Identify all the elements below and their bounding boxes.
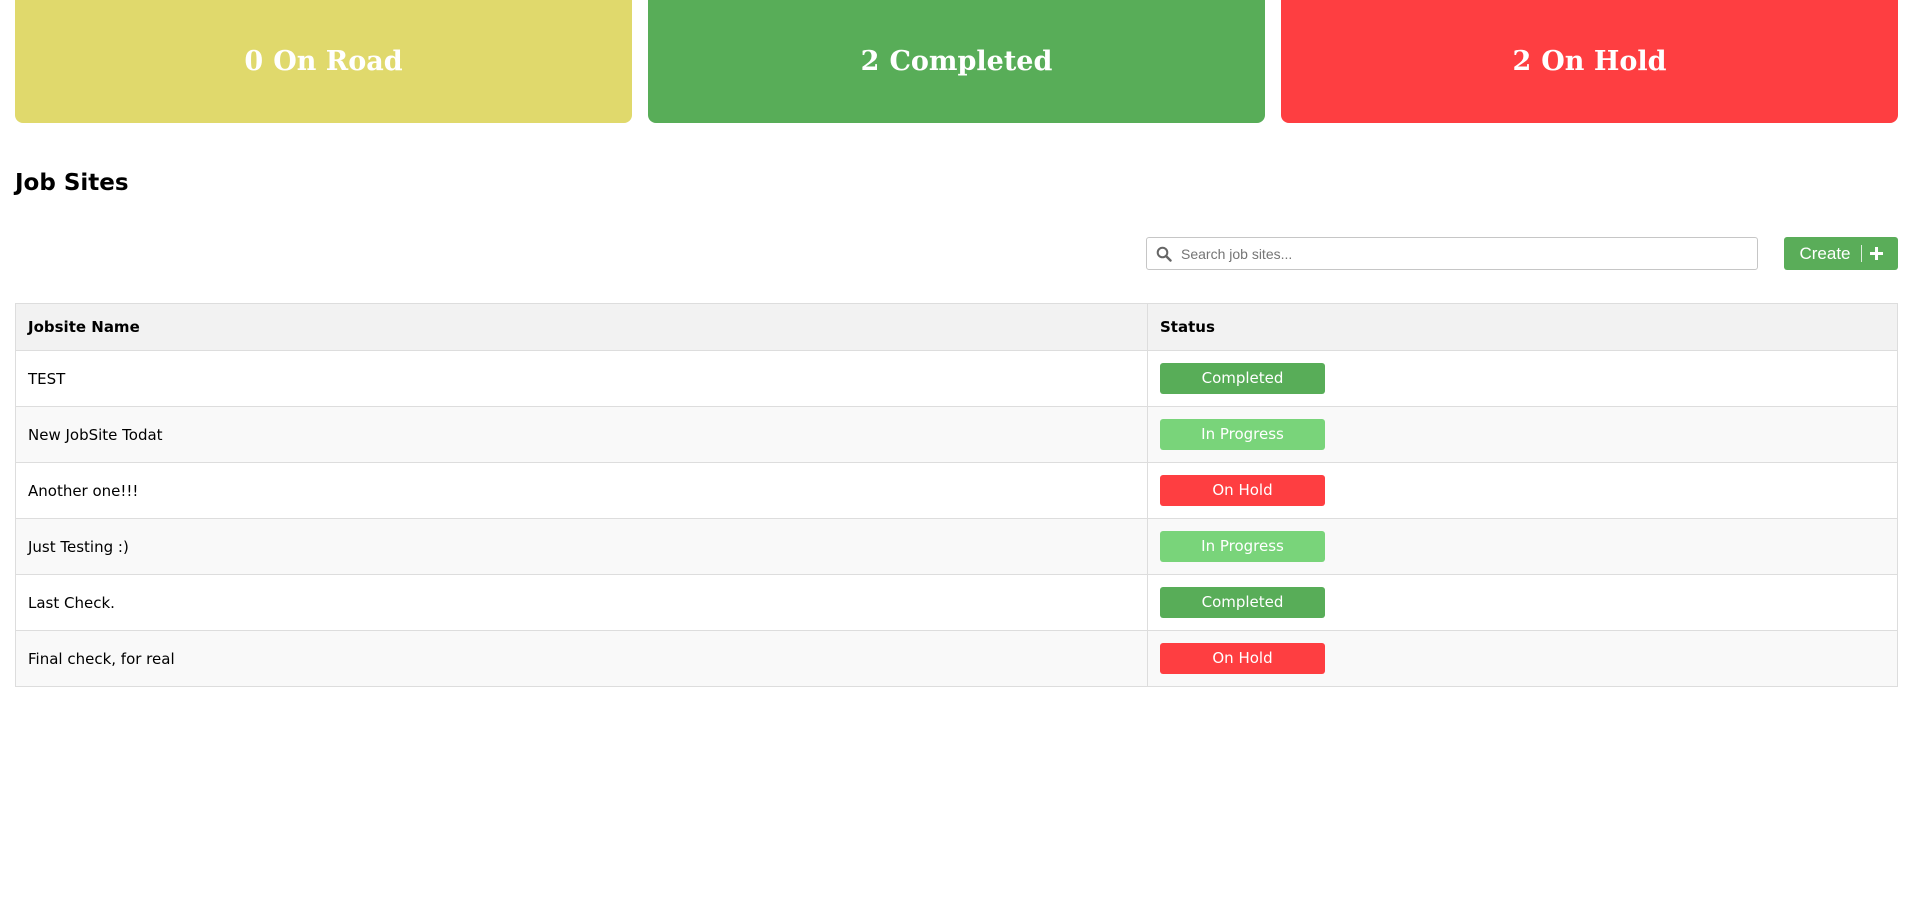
button-divider	[1860, 245, 1862, 262]
table-row[interactable]: Last Check. Completed	[15, 574, 1898, 631]
status-cell: On Hold	[1147, 462, 1898, 519]
stat-count: 0	[244, 46, 264, 77]
status-badge: On Hold	[1160, 643, 1325, 674]
table-row[interactable]: Another one!!! On Hold	[15, 462, 1898, 519]
stat-card-on-hold[interactable]: 2 On Hold	[1281, 0, 1898, 123]
status-badge: Completed	[1160, 363, 1325, 394]
job-sites-page: 0 On Road 2 Completed 2 On Hold Job Site…	[0, 0, 1911, 910]
stat-card-completed[interactable]: 2 Completed	[648, 0, 1265, 123]
stat-card-on-road[interactable]: 0 On Road	[15, 0, 632, 123]
plus-icon	[1869, 247, 1883, 260]
status-badge: In Progress	[1160, 419, 1325, 450]
stat-label: On Hold	[1541, 46, 1667, 77]
create-button-label: Create	[1799, 243, 1851, 263]
stat-count: 2	[1512, 46, 1532, 77]
search-input[interactable]	[1181, 239, 1757, 268]
status-badge: Completed	[1160, 587, 1325, 618]
status-cell: Completed	[1147, 574, 1898, 631]
status-summary: 0 On Road 2 Completed 2 On Hold	[15, 0, 1898, 123]
search-icon	[1147, 237, 1181, 270]
jobsite-name-cell: TEST	[15, 350, 1148, 407]
jobsite-name-cell: Another one!!!	[15, 462, 1148, 519]
status-badge: On Hold	[1160, 475, 1325, 506]
jobsite-name-cell: Just Testing :)	[15, 518, 1148, 575]
jobsite-name-cell: Final check, for real	[15, 630, 1148, 687]
status-badge: In Progress	[1160, 531, 1325, 562]
column-header-status[interactable]: Status	[1147, 303, 1898, 351]
status-cell: On Hold	[1147, 630, 1898, 687]
jobsite-name-cell: Last Check.	[15, 574, 1148, 631]
column-header-jobsite-name[interactable]: Jobsite Name	[15, 303, 1148, 351]
create-button[interactable]: Create	[1784, 237, 1898, 270]
job-sites-table: Jobsite Name Status TEST Completed New J…	[15, 303, 1898, 687]
stat-label: On Road	[273, 46, 403, 77]
table-row[interactable]: TEST Completed	[15, 350, 1898, 407]
search-box[interactable]	[1146, 237, 1758, 270]
status-cell: In Progress	[1147, 518, 1898, 575]
table-row[interactable]: Final check, for real On Hold	[15, 630, 1898, 687]
status-cell: In Progress	[1147, 406, 1898, 463]
jobsite-name-cell: New JobSite Todat	[15, 406, 1148, 463]
table-row[interactable]: Just Testing :) In Progress	[15, 518, 1898, 575]
table-header-row: Jobsite Name Status	[15, 303, 1898, 351]
page-title: Job Sites	[15, 170, 129, 196]
status-cell: Completed	[1147, 350, 1898, 407]
stat-count: 2	[860, 46, 880, 77]
table-row[interactable]: New JobSite Todat In Progress	[15, 406, 1898, 463]
stat-label: Completed	[889, 46, 1053, 77]
